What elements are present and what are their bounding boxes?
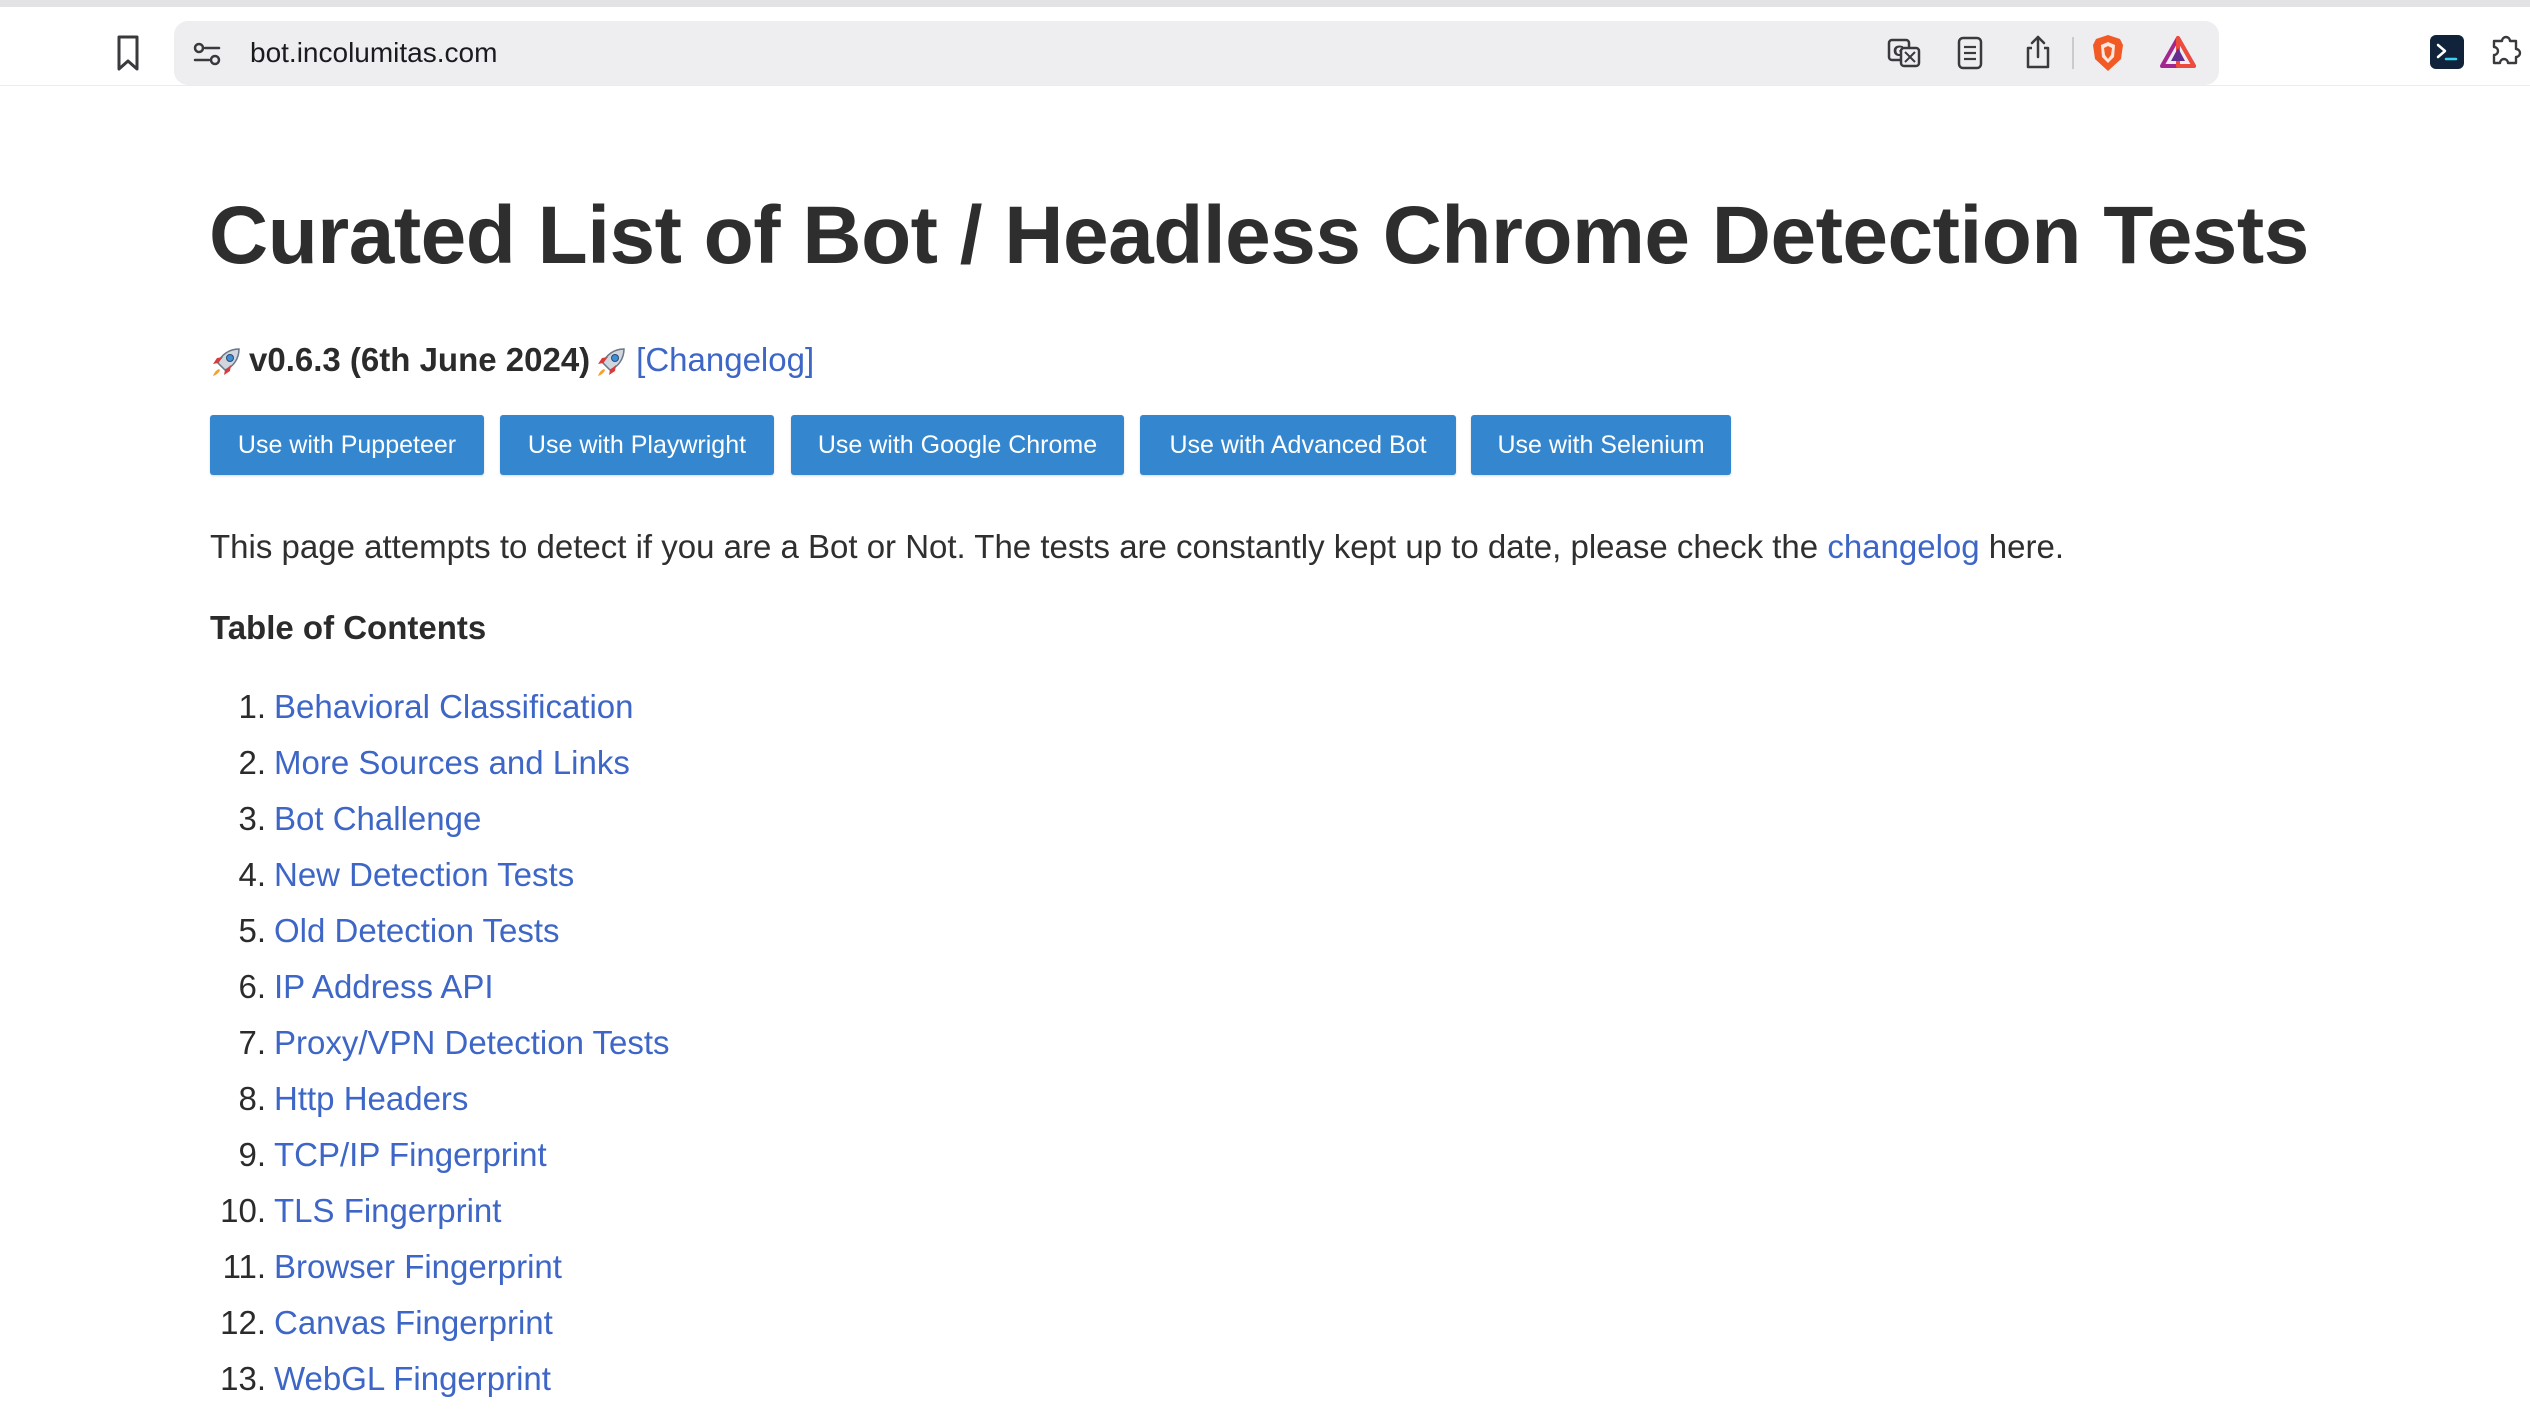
toc-number: 2. [238, 744, 266, 781]
toc-link[interactable]: Http Headers [274, 1076, 468, 1122]
changelog-link[interactable]: [Changelog] [636, 341, 814, 378]
use-with-playwright-button[interactable]: Use with Playwright [500, 415, 774, 475]
url-text[interactable]: bot.incolumitas.com [250, 33, 497, 73]
toc-link[interactable]: TCP/IP Fingerprint [274, 1132, 547, 1178]
toc-link[interactable]: Behavioral Classification [274, 684, 634, 730]
toc-number: 5. [238, 912, 266, 949]
toc-number: 11. [222, 1248, 266, 1285]
intro-text-end: here. [1979, 528, 2065, 565]
toc-link[interactable]: Browser Fingerprint [274, 1244, 562, 1290]
extensions-puzzle-icon[interactable] [2486, 29, 2526, 69]
toc-number: 4. [238, 856, 266, 893]
toc-number: 9. [238, 1136, 266, 1173]
page-title: Curated List of Bot / Headless Chrome De… [209, 190, 2309, 281]
brave-shields-icon[interactable] [2090, 33, 2126, 73]
reader-mode-icon[interactable] [1954, 35, 1986, 71]
intro-paragraph: This page attempts to detect if you are … [210, 524, 2064, 570]
rocket-emoji [213, 348, 240, 377]
toc-number: 13. [220, 1360, 266, 1397]
toolbar-separator [2072, 37, 2074, 69]
brave-rewards-icon[interactable] [2160, 35, 2196, 69]
use-with-google-chrome-button[interactable]: Use with Google Chrome [791, 415, 1124, 475]
bookmark-icon[interactable] [110, 32, 146, 74]
translate-icon[interactable]: G [1886, 35, 1922, 71]
site-settings-icon[interactable] [190, 37, 224, 71]
toc-number: 12. [220, 1304, 266, 1341]
toc-link[interactable]: TLS Fingerprint [274, 1188, 501, 1234]
toc-number: 6. [238, 968, 266, 1005]
browser-toolbar: bot.incolumitas.com G [0, 7, 2530, 86]
toc-number: 3. [238, 800, 266, 837]
intro-text: This page attempts to detect if you are … [210, 528, 1828, 565]
toc-link[interactable]: New Detection Tests [274, 852, 574, 898]
toc-number: 7. [238, 1024, 266, 1061]
toc-number: 8. [238, 1080, 266, 1117]
toc-number: 1. [238, 688, 266, 725]
toc-link[interactable]: More Sources and Links [274, 740, 630, 786]
toc-link[interactable]: Bot Challenge [274, 796, 481, 842]
toc-link[interactable]: WebGL Fingerprint [274, 1356, 551, 1402]
version-line: v0.6.3 (6th June 2024) [Changelog] [209, 338, 814, 382]
toc-number: 10. [220, 1192, 266, 1229]
toc-link[interactable]: IP Address API [274, 964, 494, 1010]
use-with-advanced-bot-button[interactable]: Use with Advanced Bot [1140, 415, 1456, 475]
toc-link[interactable]: Old Detection Tests [274, 908, 560, 954]
intro-changelog-link[interactable]: changelog [1827, 528, 1979, 565]
toc-link[interactable]: Proxy/VPN Detection Tests [274, 1020, 670, 1066]
use-with-selenium-button[interactable]: Use with Selenium [1471, 415, 1731, 475]
share-icon[interactable] [2022, 33, 2054, 71]
version-text: v0.6.3 (6th June 2024) [249, 341, 591, 378]
window-top-strip [0, 0, 2530, 7]
rocket-emoji [598, 348, 625, 377]
terminal-extension-icon[interactable] [2430, 35, 2464, 69]
toc-heading: Table of Contents [210, 609, 487, 646]
toc-link[interactable]: Canvas Fingerprint [274, 1300, 553, 1346]
address-bar[interactable]: bot.incolumitas.com G [174, 21, 2219, 85]
use-with-puppeteer-button[interactable]: Use with Puppeteer [210, 415, 484, 475]
